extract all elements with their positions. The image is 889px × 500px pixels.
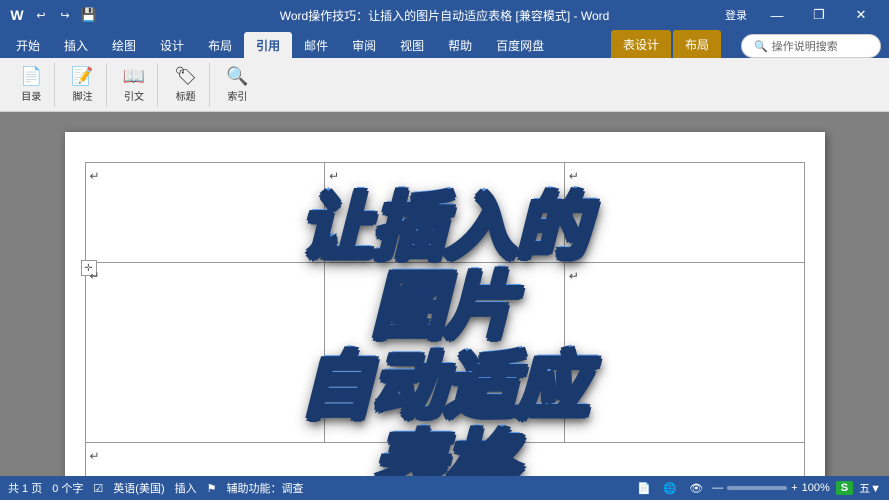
tab-draw[interactable]: 绘图 <box>100 32 148 58</box>
tab-table-design[interactable]: 表设计 <box>611 30 671 58</box>
ribbon-group-footnote: 📝 脚注 <box>59 63 106 107</box>
ribbon-group-toc: 📄 目录 <box>8 63 55 107</box>
page-count: 共 1 页 <box>8 480 42 496</box>
cell-cursor: ↵ <box>569 269 579 283</box>
search-bar[interactable]: 🔍 操作说明搜索 <box>741 34 881 58</box>
minimize-button[interactable]: — <box>757 0 797 30</box>
zoom-out-button[interactable]: — <box>712 482 723 494</box>
read-view-button[interactable]: 👁 <box>686 480 706 496</box>
toc-label: 目录 <box>21 88 41 103</box>
ribbon-toolbar: 📄 目录 📝 脚注 📖 引文 🏷 标题 🔍 索引 <box>0 58 889 112</box>
citation-label: 引文 <box>124 88 144 103</box>
zoom-in-button[interactable]: + <box>791 482 797 494</box>
accessibility-icon: ⚑ <box>207 482 217 495</box>
zoom-section: — + 100% <box>712 482 830 494</box>
tab-view[interactable]: 视图 <box>388 32 436 58</box>
document-page: ✛ ↵ ↵ ↵ ↵ ↵ ↵ 让插入的图片自动适应表格 <box>65 132 825 476</box>
footnote-button[interactable]: 📝 脚注 <box>65 65 99 105</box>
status-left: 共 1 页 0 个字 ☑ 英语(美国) 插入 ⚑ 辅助功能：调查 <box>8 480 304 496</box>
print-view-button[interactable]: 📄 <box>634 480 654 496</box>
undo-button[interactable]: ↩ <box>32 6 50 24</box>
tab-layout[interactable]: 布局 <box>196 32 244 58</box>
word-logo-icon: W <box>8 6 26 24</box>
table-cell[interactable]: ↵ <box>564 163 804 263</box>
cell-cursor: ↵ <box>90 449 100 463</box>
index-label: 索引 <box>227 88 247 103</box>
tab-design[interactable]: 设计 <box>148 32 196 58</box>
title-bar: W ↩ ↪ 💾 Word操作技巧：让插入的图片自动适应表格 [兼容模式] - W… <box>0 0 889 30</box>
status-right: 📄 🌐 👁 — + 100% S 五▼ <box>634 480 881 496</box>
ribbon-group-citation: 📖 引文 <box>111 63 158 107</box>
index-icon: 🔍 <box>226 66 248 87</box>
tab-insert[interactable]: 插入 <box>52 32 100 58</box>
window-title: Word操作技巧：让插入的图片自动适应表格 [兼容模式] - Word <box>280 7 610 24</box>
check-icon: ☑ <box>93 482 103 495</box>
tab-review[interactable]: 审阅 <box>340 32 388 58</box>
restore-button[interactable]: ❐ <box>799 0 839 30</box>
index-button[interactable]: 🔍 索引 <box>220 65 254 105</box>
table-row: ↵ ↵ ↵ <box>85 163 804 263</box>
table-cell[interactable]: ↵ <box>325 163 565 263</box>
five-icon: 五▼ <box>859 480 881 496</box>
ribbon-group-index: 🔍 索引 <box>214 63 260 107</box>
table-row: ↵ <box>85 443 804 477</box>
footnote-icon: 📝 <box>71 66 93 87</box>
tab-help[interactable]: 帮助 <box>436 32 484 58</box>
table-cell[interactable]: ↵ <box>85 263 325 443</box>
tab-baidu[interactable]: 百度网盘 <box>484 32 556 58</box>
cell-cursor: ↵ <box>90 169 100 183</box>
toc-button[interactable]: 📄 目录 <box>14 65 48 105</box>
title-bar-left: W ↩ ↪ 💾 <box>8 6 98 24</box>
cell-cursor: ↵ <box>90 269 100 283</box>
footnote-label: 脚注 <box>73 88 93 103</box>
caption-button[interactable]: 🏷 标题 <box>168 65 203 105</box>
zoom-level: 100% <box>802 482 830 494</box>
word-count: 0 个字 <box>52 480 83 496</box>
ribbon-group-caption: 🏷 标题 <box>162 63 210 107</box>
save-button[interactable]: 💾 <box>80 6 98 24</box>
table-cell[interactable]: ↵ <box>85 163 325 263</box>
accessibility-text: 辅助功能：调查 <box>227 480 304 496</box>
caption-label: 标题 <box>176 88 196 103</box>
main-area: ✛ ↵ ↵ ↵ ↵ ↵ ↵ 让插入的图片自动适应表格 <box>0 112 889 476</box>
citation-icon: 📖 <box>123 66 145 87</box>
table-cell-footer[interactable]: ↵ <box>85 443 804 477</box>
cell-cursor: ↵ <box>569 169 579 183</box>
tab-table-layout[interactable]: 布局 <box>673 30 721 58</box>
title-bar-controls: 登录 — ❐ ✕ <box>717 0 881 30</box>
wps-logo-badge: S <box>836 481 853 495</box>
close-button[interactable]: ✕ <box>841 0 881 30</box>
web-view-button[interactable]: 🌐 <box>660 480 680 496</box>
search-icon: 🔍 <box>754 40 768 53</box>
table-cell[interactable] <box>325 263 565 443</box>
tab-home[interactable]: 开始 <box>4 32 52 58</box>
table-cell[interactable]: ↵ <box>564 263 804 443</box>
status-bar: 共 1 页 0 个字 ☑ 英语(美国) 插入 ⚑ 辅助功能：调查 📄 🌐 👁 —… <box>0 476 889 500</box>
insert-mode[interactable]: 插入 <box>175 480 197 496</box>
language: 英语(美国) <box>113 480 164 496</box>
search-placeholder: 操作说明搜索 <box>772 38 838 54</box>
document-table[interactable]: ↵ ↵ ↵ ↵ ↵ ↵ <box>85 162 805 476</box>
cell-cursor: ↵ <box>329 169 339 183</box>
tab-references[interactable]: 引用 <box>244 32 292 58</box>
ribbon-tabs: 开始 插入 绘图 设计 布局 引用 邮件 审阅 视图 帮助 百度网盘 表设计 布… <box>0 30 889 58</box>
citation-button[interactable]: 📖 引文 <box>117 65 151 105</box>
caption-icon: 🏷 <box>174 66 197 87</box>
redo-button[interactable]: ↪ <box>56 6 74 24</box>
table-row: ↵ ↵ <box>85 263 804 443</box>
tab-mailings[interactable]: 邮件 <box>292 32 340 58</box>
toc-icon: 📄 <box>20 66 42 87</box>
zoom-slider[interactable] <box>727 486 787 490</box>
login-button[interactable]: 登录 <box>717 6 755 24</box>
